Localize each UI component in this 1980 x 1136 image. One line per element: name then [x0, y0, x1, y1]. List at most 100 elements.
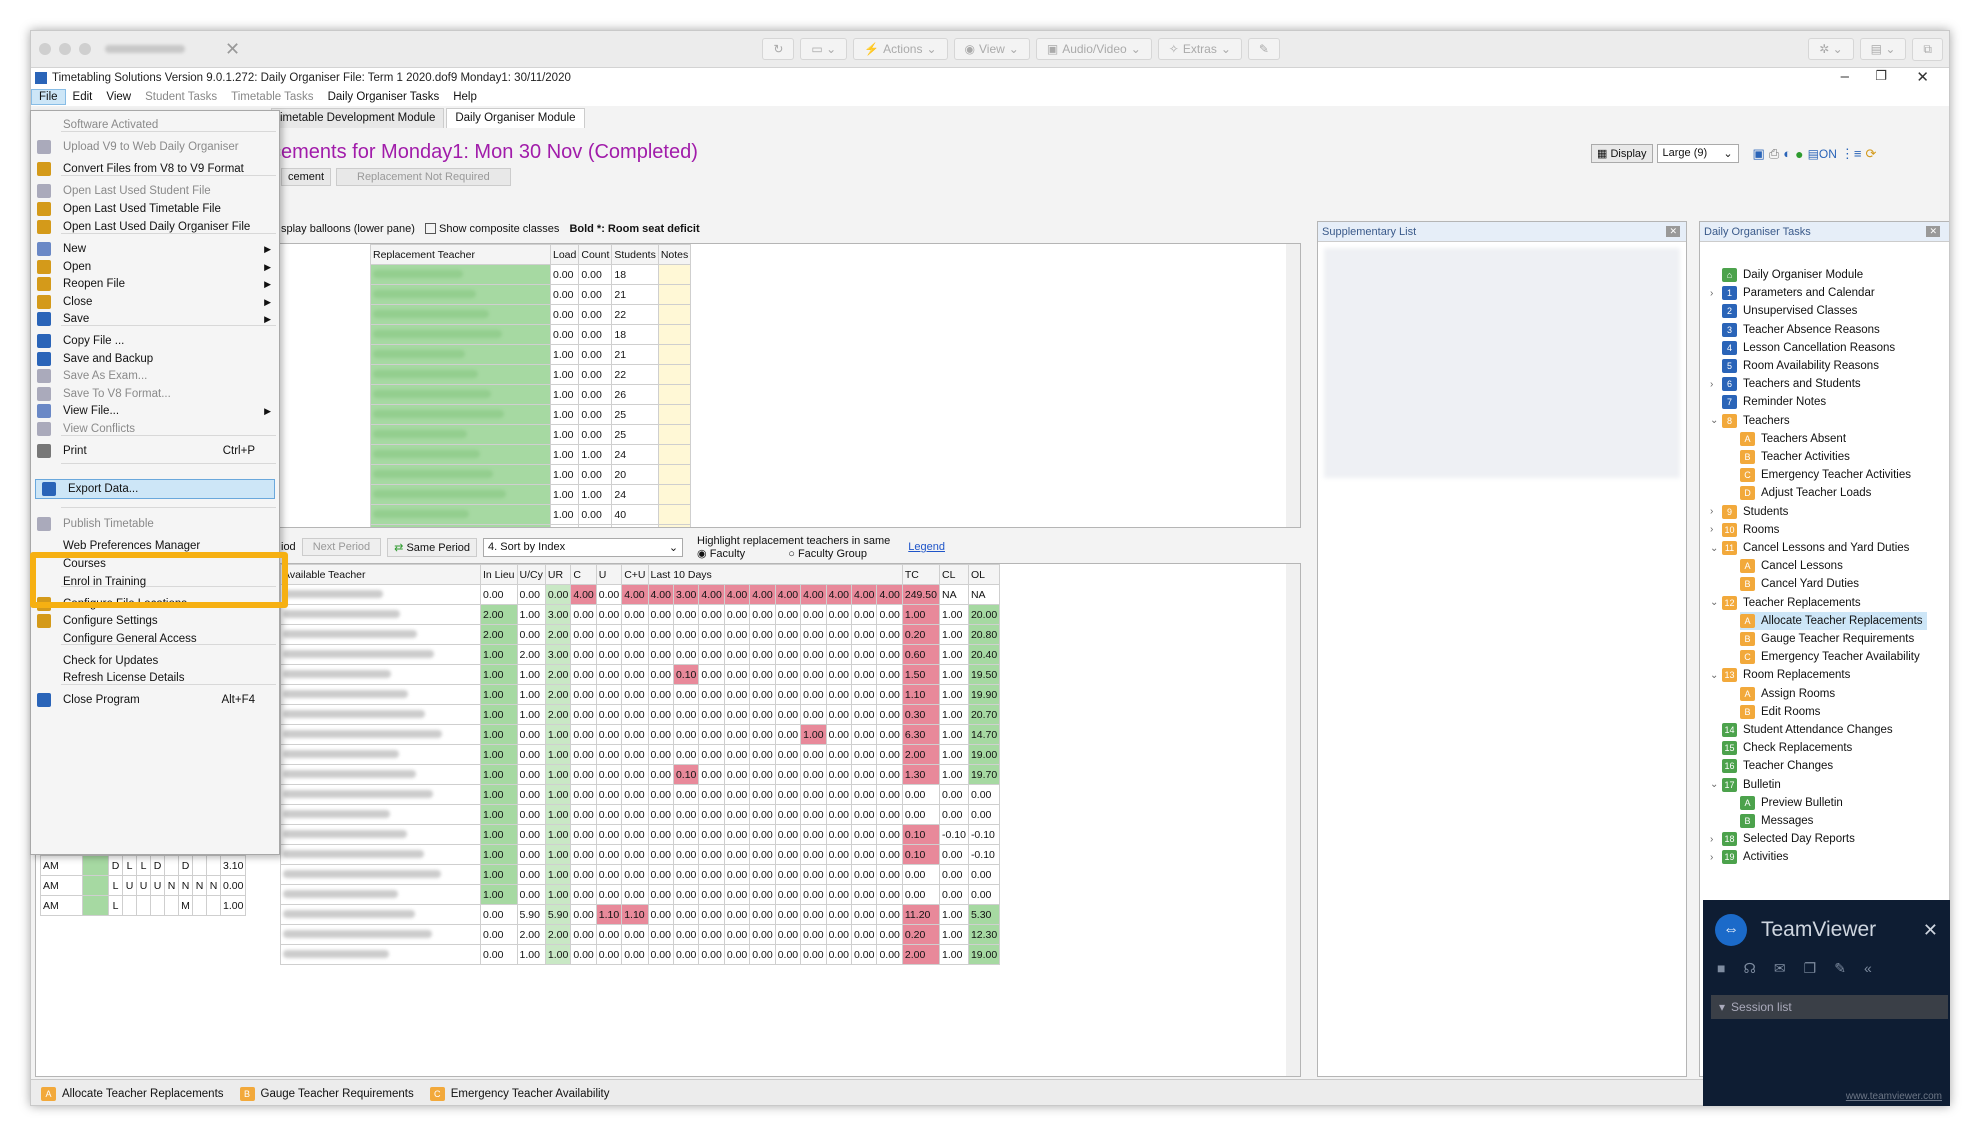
- table-row[interactable]: 1.00 1.00 2.00 0.00 0.00 0.00 0.00 0.00 0.00 0.00…: [280, 704, 1001, 725]
- file-menu-item[interactable]: Configure General Access: [31, 629, 279, 649]
- expander-icon[interactable]: ›: [1710, 524, 1722, 535]
- file-menu-item[interactable]: Publish Timetable: [31, 514, 279, 534]
- go-icon[interactable]: ●: [1795, 146, 1803, 162]
- expander-icon[interactable]: ⌄: [1710, 543, 1722, 554]
- file-menu-item[interactable]: Software Activated: [31, 115, 279, 135]
- restore-icon[interactable]: ❐: [1875, 68, 1887, 84]
- task-tree-item[interactable]: B Edit Rooms: [1740, 703, 1820, 721]
- layout-icon[interactable]: ▤ ⌄: [1859, 38, 1907, 60]
- close-icon[interactable]: ✕: [1926, 226, 1940, 237]
- close-icon[interactable]: ✕: [1916, 68, 1929, 86]
- table-row[interactable]: 1.00 0.00 25: [370, 404, 692, 425]
- table-row[interactable]: 1.00 0.00 1.00 0.00 0.00 0.00 0.00 0.00 0.00 0.00…: [280, 784, 1001, 805]
- expander-icon[interactable]: ›: [1710, 379, 1722, 390]
- file-menu-item[interactable]: View Conflicts: [31, 419, 279, 439]
- table-row[interactable]: 0.00 5.90 5.90 0.00 1.10 1.10 0.00 0.00 0.00 0.00…: [280, 904, 1001, 925]
- task-tree-item[interactable]: 14 Student Attendance Changes: [1710, 721, 1893, 739]
- table-row[interactable]: 1.00 1.00 24: [370, 484, 692, 505]
- column-header[interactable]: CL: [939, 564, 969, 585]
- task-tree-item[interactable]: › 18 Selected Day Reports: [1710, 830, 1855, 848]
- expander-icon[interactable]: ›: [1710, 834, 1722, 845]
- table-row[interactable]: 0.00 0.00 22: [370, 304, 692, 325]
- task-tree-item[interactable]: ⌂ Daily Organiser Module: [1710, 266, 1863, 284]
- task-tree-item[interactable]: 4 Lesson Cancellation Reasons: [1710, 339, 1895, 357]
- display-size-select[interactable]: Large (9) ⌄: [1656, 144, 1739, 163]
- collapse-icon[interactable]: «: [1864, 960, 1872, 977]
- table-row[interactable]: 1.001.0050: [370, 524, 692, 527]
- column-header[interactable]: Students: [611, 244, 659, 265]
- save-icon[interactable]: ▣: [1753, 146, 1765, 162]
- window-dot-icon[interactable]: [39, 43, 51, 55]
- task-tree-item[interactable]: A Cancel Lessons: [1740, 557, 1843, 575]
- table-row[interactable]: 1.00 0.00 1.00 0.00 0.00 0.00 0.00 0.00 0.00 0.00…: [280, 864, 1001, 885]
- replacement-button[interactable]: cement: [281, 168, 332, 186]
- tab-timetable-development[interactable]: imetable Development Module: [271, 108, 445, 128]
- column-header[interactable]: Count: [578, 244, 613, 265]
- file-menu-item[interactable]: Close Program Alt+F4: [31, 690, 279, 710]
- file-menu-item[interactable]: Reopen File ▶: [31, 274, 279, 294]
- faculty-radio[interactable]: ◉ Faculty: [697, 548, 745, 560]
- task-tree-item[interactable]: ⌄ 13 Room Replacements: [1710, 666, 1850, 684]
- print-icon[interactable]: ⎙: [1769, 146, 1779, 162]
- faculty-group-radio[interactable]: ○ Faculty Group: [788, 548, 867, 560]
- sort-select[interactable]: 4. Sort by Index ⌄: [483, 537, 684, 557]
- table-row[interactable]: 1.00 0.00 1.00 0.00 0.00 0.00 0.00 0.00 0.00 0.00…: [280, 804, 1001, 825]
- minimize-icon[interactable]: –: [1841, 68, 1849, 85]
- task-tree-item[interactable]: › 9 Students: [1710, 503, 1788, 521]
- task-tree-item[interactable]: › 6 Teachers and Students: [1710, 375, 1861, 393]
- table-row[interactable]: 2.00 0.00 2.00 0.00 0.00 0.00 0.00 0.00 0.00 0.00…: [280, 624, 1001, 645]
- refresh-icon[interactable]: ↻: [762, 38, 795, 60]
- expander-icon[interactable]: ⌄: [1710, 597, 1722, 608]
- task-tree-item[interactable]: A Teachers Absent: [1740, 430, 1846, 448]
- task-tree-item[interactable]: C Emergency Teacher Availability: [1740, 648, 1920, 666]
- table-row[interactable]: 1.00 0.00 25: [370, 424, 692, 445]
- session-list[interactable]: ▾ Session list: [1711, 995, 1948, 1019]
- task-tree-item[interactable]: B Cancel Yard Duties: [1740, 575, 1859, 593]
- table-row[interactable]: 1.00 0.00 21: [370, 344, 692, 365]
- table-row[interactable]: 1.00 0.00 26: [370, 384, 692, 405]
- close-icon[interactable]: ✕: [1923, 920, 1938, 941]
- task-tree-item[interactable]: ⌄ 12 Teacher Replacements: [1710, 594, 1861, 612]
- column-header[interactable]: UR: [544, 564, 572, 585]
- column-header[interactable]: In Lieu: [480, 564, 518, 585]
- table-row[interactable]: 1.00 0.00 1.00 0.00 0.00 0.00 0.00 0.10 0.00 0.00…: [280, 764, 1001, 785]
- menu-edit[interactable]: Edit: [66, 90, 100, 104]
- table-row[interactable]: 2.00 1.00 3.00 0.00 0.00 0.00 0.00 0.00 0.00 0.00…: [280, 604, 1001, 625]
- bottom-tab-allocate[interactable]: A Allocate Teacher Replacements: [41, 1086, 224, 1101]
- file-menu-item[interactable]: Copy File ...: [31, 331, 279, 351]
- table-row[interactable]: 1.00 1.00 24: [370, 444, 692, 465]
- task-tree-item[interactable]: B Messages: [1740, 812, 1813, 830]
- files-icon[interactable]: ❐: [1804, 960, 1817, 977]
- table-row[interactable]: 1.00 0.00 40: [370, 504, 692, 525]
- expander-icon[interactable]: ›: [1710, 506, 1722, 517]
- menu-timetable-tasks[interactable]: Timetable Tasks: [224, 90, 320, 104]
- task-tree-item[interactable]: A Preview Bulletin: [1740, 794, 1843, 812]
- table-row[interactable]: 0.00 0.00 18: [370, 264, 692, 285]
- column-header[interactable]: Replacement Teacher: [370, 244, 551, 265]
- table-row[interactable]: 1.00 1.00 2.00 0.00 0.00 0.00 0.00 0.10 0.00 0.00…: [280, 664, 1001, 685]
- chat-icon[interactable]: ✉: [1774, 960, 1786, 977]
- task-tree-item[interactable]: 3 Teacher Absence Reasons: [1710, 321, 1880, 339]
- menu-help[interactable]: Help: [446, 90, 484, 104]
- task-tree-item[interactable]: B Teacher Activities: [1740, 448, 1850, 466]
- file-menu-item[interactable]: Open Last Used Daily Organiser File: [31, 217, 279, 237]
- expander-icon[interactable]: ⌄: [1710, 415, 1722, 426]
- column-header[interactable]: Load: [549, 244, 580, 265]
- view-button[interactable]: ◉ View ⌄: [953, 38, 1030, 60]
- table-row[interactable]: 0.00 2.00 2.00 0.00 0.00 0.00 0.00 0.00 0.00 0.00…: [280, 924, 1001, 945]
- column-header[interactable]: C: [570, 564, 597, 585]
- task-tree-item[interactable]: › 19 Activities: [1710, 848, 1788, 866]
- task-tree-item[interactable]: B Gauge Teacher Requirements: [1740, 630, 1914, 648]
- task-tree-item[interactable]: › 10 Rooms: [1710, 521, 1779, 539]
- column-header[interactable]: U/Cy: [516, 564, 546, 585]
- table-row[interactable]: 1.00 0.00 22: [370, 364, 692, 385]
- replacement-not-required-button[interactable]: Replacement Not Required: [336, 168, 511, 186]
- scrollbar[interactable]: [1286, 244, 1300, 527]
- column-header[interactable]: Notes: [657, 244, 692, 265]
- menu-file[interactable]: File: [31, 89, 66, 105]
- task-tree-item[interactable]: 2 Unsupervised Classes: [1710, 302, 1857, 320]
- expander-icon[interactable]: ⌄: [1710, 670, 1722, 681]
- file-menu-item[interactable]: Open Last Used Timetable File: [31, 199, 279, 219]
- actions-button[interactable]: ⚡ Actions ⌄: [853, 38, 948, 60]
- file-menu-item[interactable]: Upload V9 to Web Daily Organiser: [31, 137, 279, 157]
